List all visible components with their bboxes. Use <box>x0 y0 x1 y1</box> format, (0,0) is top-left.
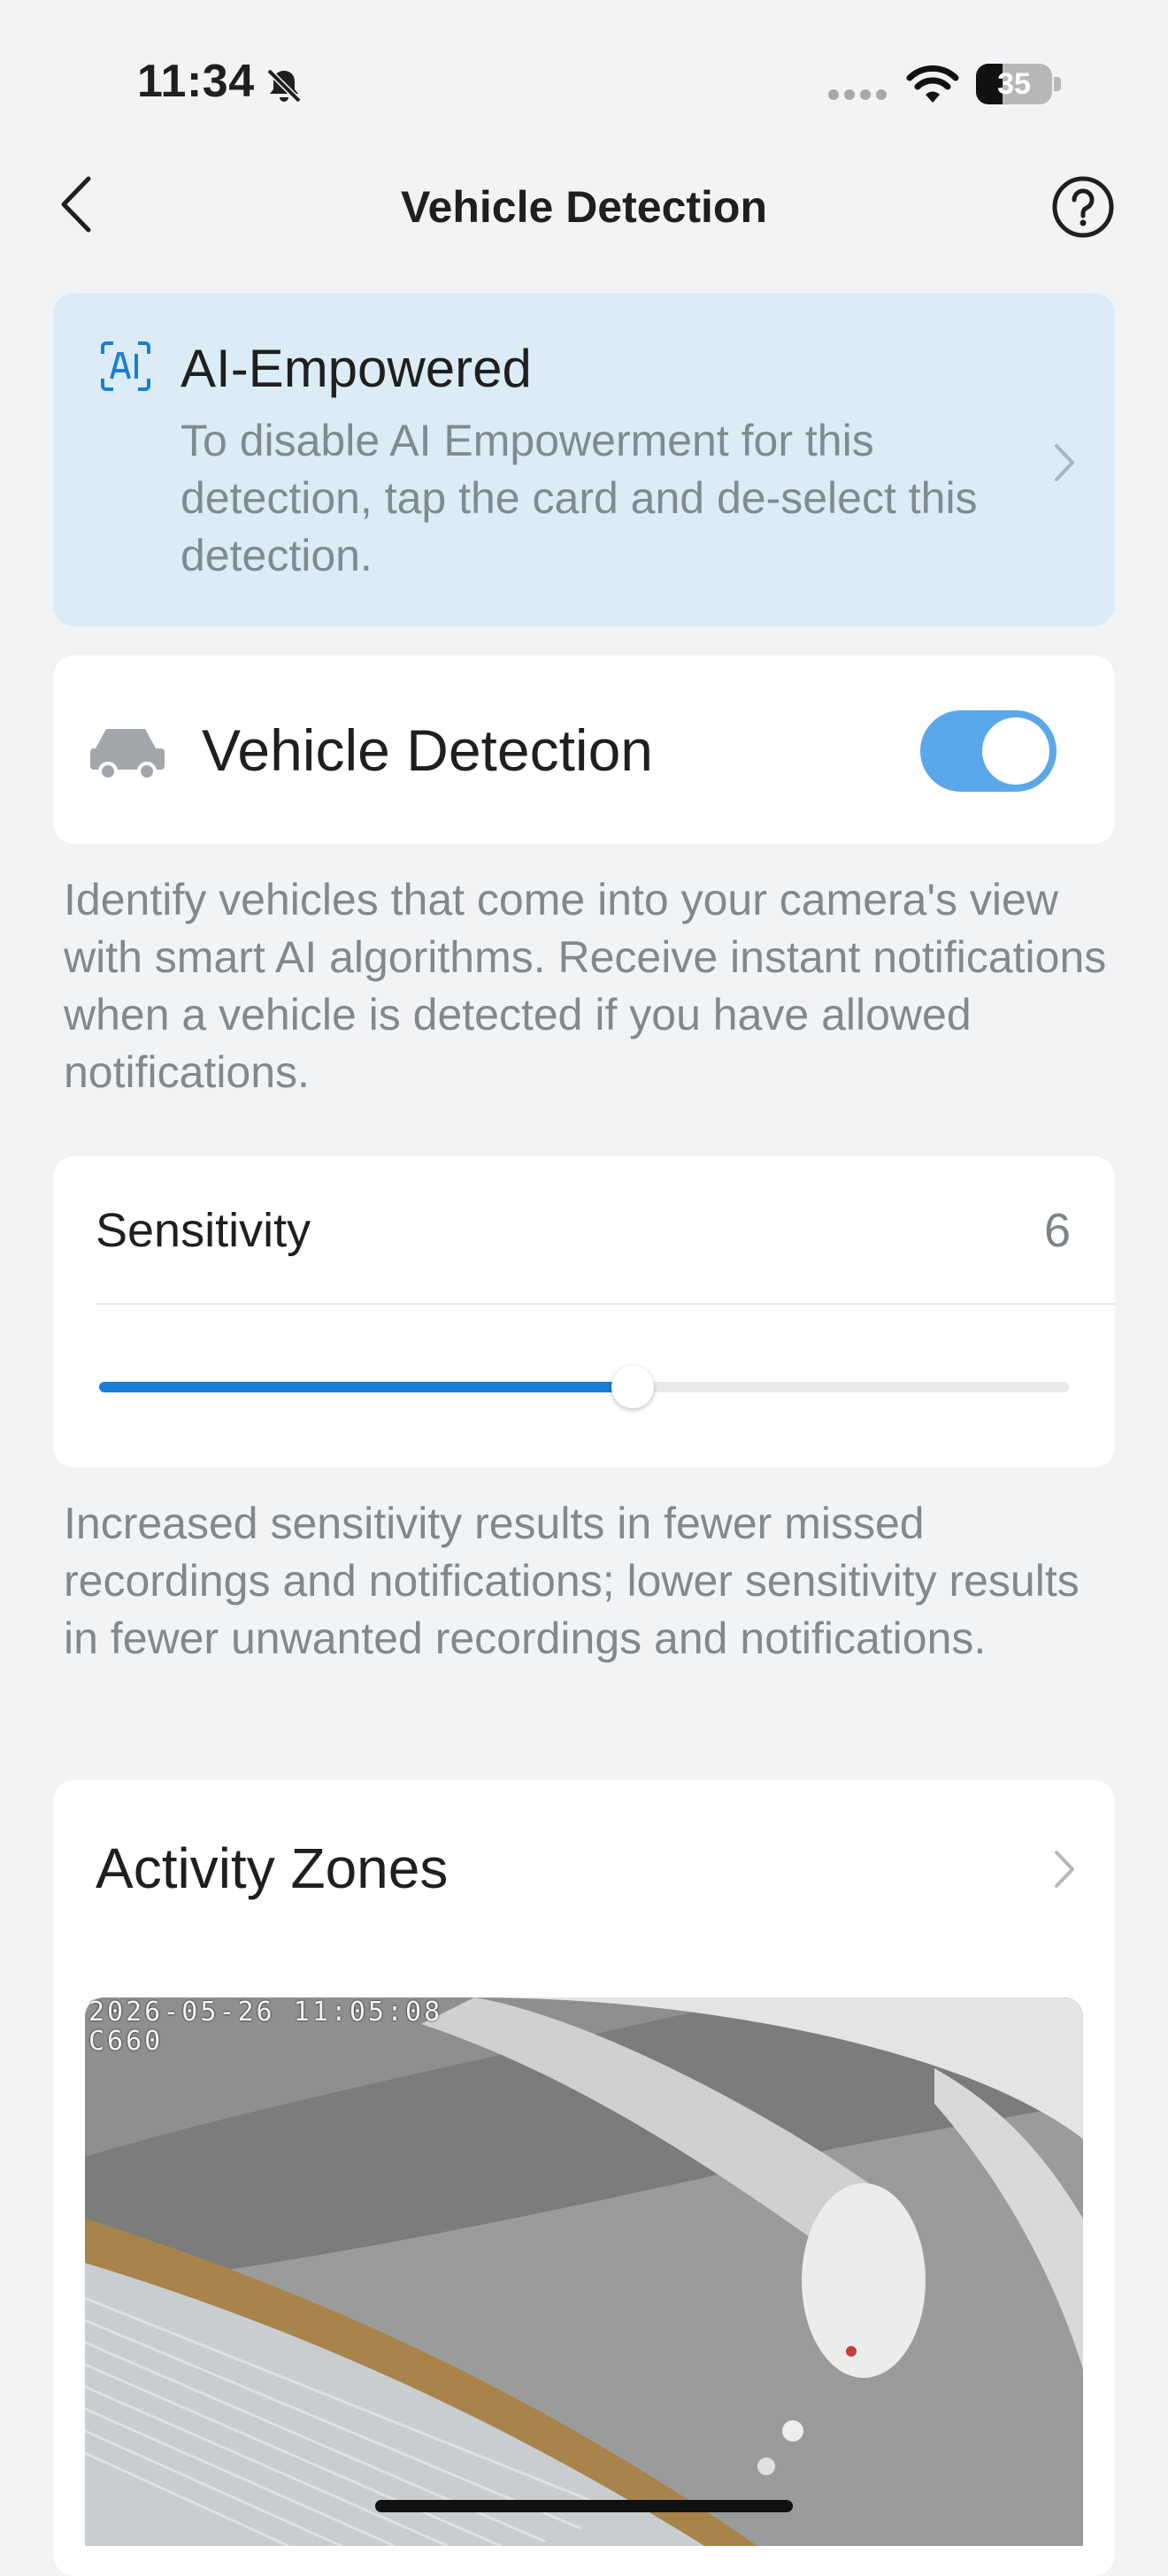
preview-osd: 2026-05-26 11:05:08 C660 <box>88 1997 442 2056</box>
vehicle-detection-label: Vehicle Detection <box>202 717 653 783</box>
slider-thumb[interactable] <box>611 1366 654 1408</box>
battery-level: 35 <box>997 67 1031 101</box>
car-icon <box>90 729 165 780</box>
page-title: Vehicle Detection <box>400 182 768 232</box>
sensitivity-value: 6 <box>1043 1204 1071 1257</box>
vehicle-detection-toggle[interactable] <box>920 710 1057 792</box>
sensitivity-description: Increased sensitivity results in fewer m… <box>64 1499 1080 1663</box>
question-circle-icon[interactable] <box>1051 175 1115 239</box>
preview-camera-id: C660 <box>88 2026 164 2057</box>
wifi-icon <box>906 65 959 103</box>
battery-icon: 35 <box>976 64 1061 104</box>
chevron-right-icon <box>1055 1851 1074 1888</box>
ai-badge-icon <box>101 341 150 391</box>
ai-card-description: To disable AI Empowerment for this detec… <box>181 416 978 580</box>
camera-preview-image <box>85 1997 1083 2546</box>
activity-zones-label: Activity Zones <box>96 1836 449 1900</box>
sensitivity-slider[interactable] <box>99 1366 1069 1408</box>
home-indicator[interactable] <box>375 2500 793 2512</box>
divider <box>96 1303 1115 1305</box>
slider-fill <box>99 1382 633 1392</box>
sensitivity-label: Sensitivity <box>96 1204 311 1257</box>
ai-card-title: AI-Empowered <box>181 339 532 398</box>
cellular-dots-icon <box>828 89 887 100</box>
status-time: 11:34 <box>137 56 255 107</box>
vehicle-detection-description: Identify vehicles that come into your ca… <box>64 875 1107 1097</box>
chevron-right-icon <box>1055 444 1074 481</box>
bell-slash-icon <box>266 68 302 104</box>
preview-timestamp: 2026-05-26 11:05:08 <box>88 1997 443 2028</box>
camera-preview[interactable] <box>85 1997 1083 2546</box>
toggle-knob <box>982 717 1049 785</box>
